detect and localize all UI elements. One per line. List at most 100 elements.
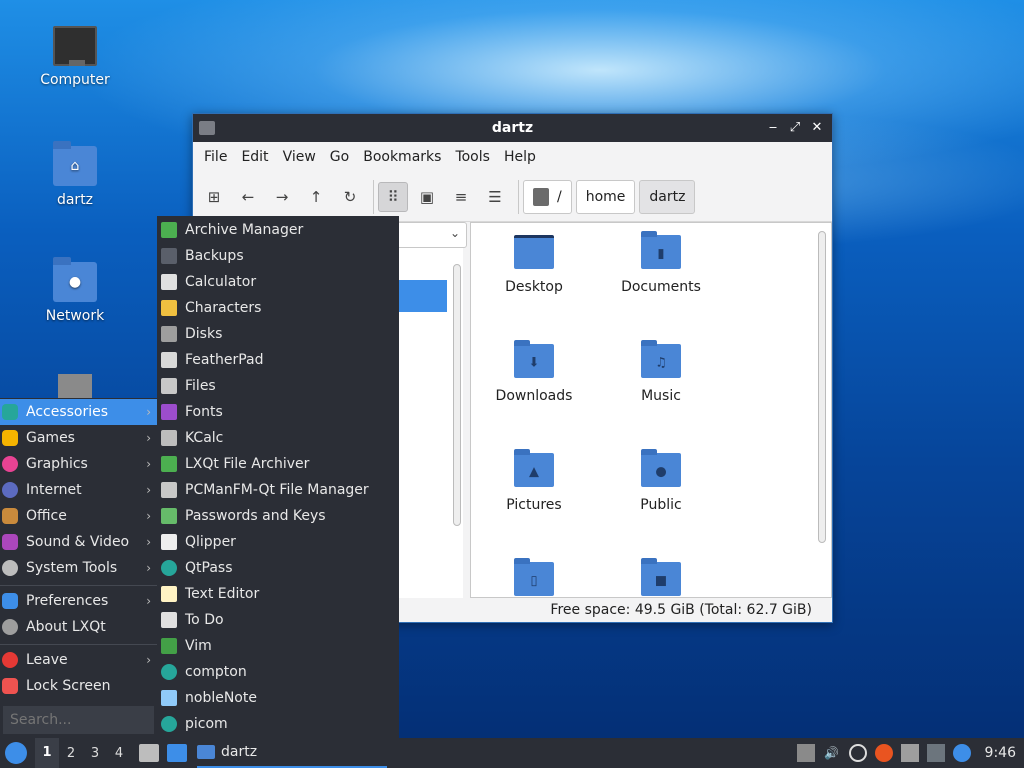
- desktop-switch-2[interactable]: 2: [59, 746, 83, 761]
- desktop-switch-1[interactable]: 1: [35, 738, 59, 768]
- detailed-view-button[interactable]: ☰: [480, 182, 510, 212]
- app-lxqt-file-archiver[interactable]: LXQt File Archiver: [157, 451, 399, 477]
- downloads-folder-icon: ⬇: [514, 340, 554, 378]
- file-view-scrollbar[interactable]: [818, 231, 826, 543]
- archive-icon: [161, 222, 177, 238]
- side-pane-scrollbar[interactable]: [453, 264, 461, 526]
- app-passwords-and-keys[interactable]: Passwords and Keys: [157, 503, 399, 529]
- app-disks[interactable]: Disks: [157, 321, 399, 347]
- app-vim[interactable]: Vim: [157, 633, 399, 659]
- close-button[interactable]: ✕: [808, 119, 826, 137]
- breadcrumb-root[interactable]: /: [523, 179, 572, 214]
- app-label: nobleNote: [185, 690, 257, 706]
- menu-help[interactable]: Help: [497, 149, 543, 165]
- file-manager-launcher-icon[interactable]: [139, 744, 159, 762]
- breadcrumb-dartz[interactable]: dartz: [639, 179, 696, 214]
- sync-icon[interactable]: [848, 744, 867, 762]
- text-editor-icon: [161, 586, 177, 602]
- category-preferences[interactable]: Preferences ›: [0, 588, 157, 614]
- app-qlipper[interactable]: Qlipper: [157, 529, 399, 555]
- category-label: System Tools: [26, 560, 118, 576]
- clipboard-icon[interactable]: [796, 744, 815, 762]
- clock[interactable]: 9:46: [985, 745, 1016, 761]
- files-icon: [161, 378, 177, 394]
- icon-view-button[interactable]: ⠿: [378, 181, 408, 212]
- app-backups[interactable]: Backups: [157, 243, 399, 269]
- file-item-label: Documents: [621, 279, 701, 295]
- network-icon[interactable]: [926, 744, 945, 762]
- calculator-icon: [161, 274, 177, 290]
- chevron-right-icon: ›: [146, 431, 151, 445]
- about-lxqt-item[interactable]: About LXQt: [0, 614, 157, 640]
- menu-edit[interactable]: Edit: [234, 149, 275, 165]
- desktop-icon-network[interactable]: ● Network: [20, 257, 130, 324]
- app-pcmanfm-qt[interactable]: PCManFM-Qt File Manager: [157, 477, 399, 503]
- menu-file[interactable]: File: [197, 149, 234, 165]
- templates-folder-icon: ▯: [514, 558, 554, 596]
- menu-search-input[interactable]: [3, 706, 154, 734]
- file-item-desktop[interactable]: Desktop: [471, 227, 597, 295]
- app-picom[interactable]: picom: [157, 711, 399, 737]
- category-sound-video[interactable]: Sound & Video ›: [0, 529, 157, 555]
- menu-go[interactable]: Go: [323, 149, 356, 165]
- maximize-button[interactable]: ⤢: [786, 119, 804, 137]
- file-item-music[interactable]: ♫ Music: [598, 336, 724, 404]
- file-item-downloads[interactable]: ⬇ Downloads: [471, 336, 597, 404]
- app-calculator[interactable]: Calculator: [157, 269, 399, 295]
- app-compton[interactable]: compton: [157, 659, 399, 685]
- menu-bookmarks[interactable]: Bookmarks: [356, 149, 448, 165]
- home-folder-icon: ⌂: [53, 141, 97, 186]
- desktop-switch-4[interactable]: 4: [107, 746, 131, 761]
- notification-icon[interactable]: [952, 744, 971, 762]
- start-menu-button[interactable]: [5, 742, 27, 764]
- app-archive-manager[interactable]: Archive Manager: [157, 217, 399, 243]
- desktop-switch-3[interactable]: 3: [83, 746, 107, 761]
- volume-icon[interactable]: 🔊: [823, 744, 841, 762]
- app-text-editor[interactable]: Text Editor: [157, 581, 399, 607]
- taskbar-window-dartz[interactable]: dartz: [197, 738, 387, 768]
- category-internet[interactable]: Internet ›: [0, 477, 157, 503]
- window-titlebar[interactable]: dartz ‒ ⤢ ✕: [193, 114, 832, 142]
- chevron-right-icon: ›: [146, 594, 151, 608]
- app-files[interactable]: Files: [157, 373, 399, 399]
- app-qtpass[interactable]: QtPass: [157, 555, 399, 581]
- thumbnail-view-button[interactable]: ▣: [412, 182, 442, 212]
- forward-button[interactable]: →: [267, 182, 297, 212]
- characters-icon: [161, 300, 177, 316]
- compact-view-button[interactable]: ≡: [446, 182, 476, 212]
- reload-button[interactable]: ↻: [335, 182, 365, 212]
- category-system-tools[interactable]: System Tools ›: [0, 555, 157, 581]
- keyboard-icon[interactable]: [900, 744, 919, 762]
- back-button[interactable]: ←: [233, 182, 263, 212]
- show-desktop-icon[interactable]: [167, 744, 187, 762]
- app-featherpad[interactable]: FeatherPad: [157, 347, 399, 373]
- update-icon[interactable]: [874, 744, 893, 762]
- category-label: Internet: [26, 482, 82, 498]
- side-pane-mode-select[interactable]: ⌄: [393, 222, 467, 248]
- side-pane-selected-item[interactable]: [399, 280, 447, 312]
- app-characters[interactable]: Characters: [157, 295, 399, 321]
- app-to-do[interactable]: To Do: [157, 607, 399, 633]
- minimize-button[interactable]: ‒: [764, 119, 782, 137]
- desktop-icon-computer[interactable]: Computer: [20, 26, 130, 88]
- file-item-label: Desktop: [505, 279, 563, 295]
- category-games[interactable]: Games ›: [0, 425, 157, 451]
- category-office[interactable]: Office ›: [0, 503, 157, 529]
- app-noblenote[interactable]: nobleNote: [157, 685, 399, 711]
- lock-screen-item[interactable]: Lock Screen: [0, 673, 157, 699]
- file-item-documents[interactable]: ▮ Documents: [598, 227, 724, 295]
- desktop-icon-home[interactable]: ⌂ dartz: [20, 141, 130, 208]
- category-accessories[interactable]: Accessories ›: [0, 399, 157, 425]
- new-tab-button[interactable]: ⊞: [199, 182, 229, 212]
- breadcrumb-home[interactable]: home: [575, 179, 636, 214]
- up-button[interactable]: ↑: [301, 182, 331, 212]
- app-kcalc[interactable]: KCalc: [157, 425, 399, 451]
- menu-tools[interactable]: Tools: [448, 149, 497, 165]
- category-leave[interactable]: Leave ›: [0, 647, 157, 673]
- category-graphics[interactable]: Graphics ›: [0, 451, 157, 477]
- info-icon: [2, 619, 18, 635]
- file-item-public[interactable]: ● Public: [598, 445, 724, 513]
- app-fonts[interactable]: Fonts: [157, 399, 399, 425]
- menu-view[interactable]: View: [276, 149, 323, 165]
- file-item-pictures[interactable]: ▲ Pictures: [471, 445, 597, 513]
